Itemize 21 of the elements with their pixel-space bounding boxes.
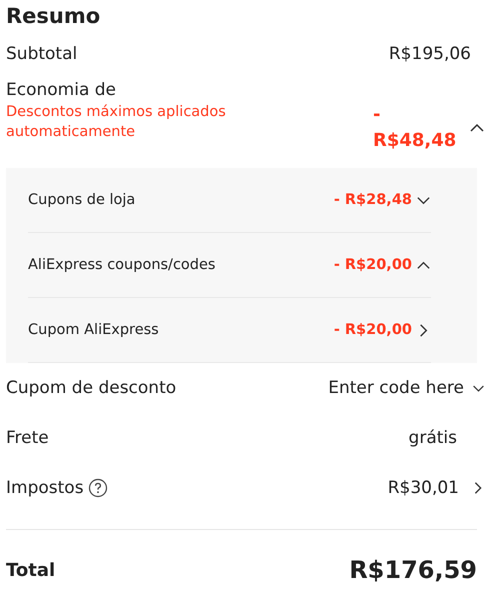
- total-label: Total: [6, 560, 56, 581]
- savings-note: Descontos máximos aplicados automaticamente: [6, 103, 227, 142]
- savings-value: - R$48,48: [373, 103, 457, 154]
- coupon-amount: - R$20,00: [334, 322, 412, 338]
- code-dropdown[interactable]: Enter code here: [328, 378, 485, 398]
- coupon-amount: - R$20,00: [334, 257, 412, 274]
- shipping-value: grátis: [408, 428, 457, 448]
- subtotal-value: R$195,06: [388, 44, 471, 64]
- total-value: R$176,59: [349, 556, 477, 584]
- savings-label: Economia de: [6, 80, 118, 100]
- shipping-label: Frete: [6, 428, 49, 448]
- subtotal-label: Subtotal: [6, 44, 78, 64]
- coupon-label: Cupons de loja: [28, 192, 136, 208]
- help-icon[interactable]: [88, 478, 108, 498]
- taxes-label: Impostos: [6, 478, 84, 498]
- discount-code-label: Cupom de desconto: [6, 378, 176, 398]
- summary-title: Resumo: [6, 4, 102, 28]
- coupon-label: Cupom AliExpress: [28, 322, 159, 338]
- coupon-label: AliExpress coupons/codes: [28, 257, 216, 274]
- taxes-value: R$30,01: [388, 478, 459, 498]
- coupon-amount: - R$28,48: [334, 192, 412, 208]
